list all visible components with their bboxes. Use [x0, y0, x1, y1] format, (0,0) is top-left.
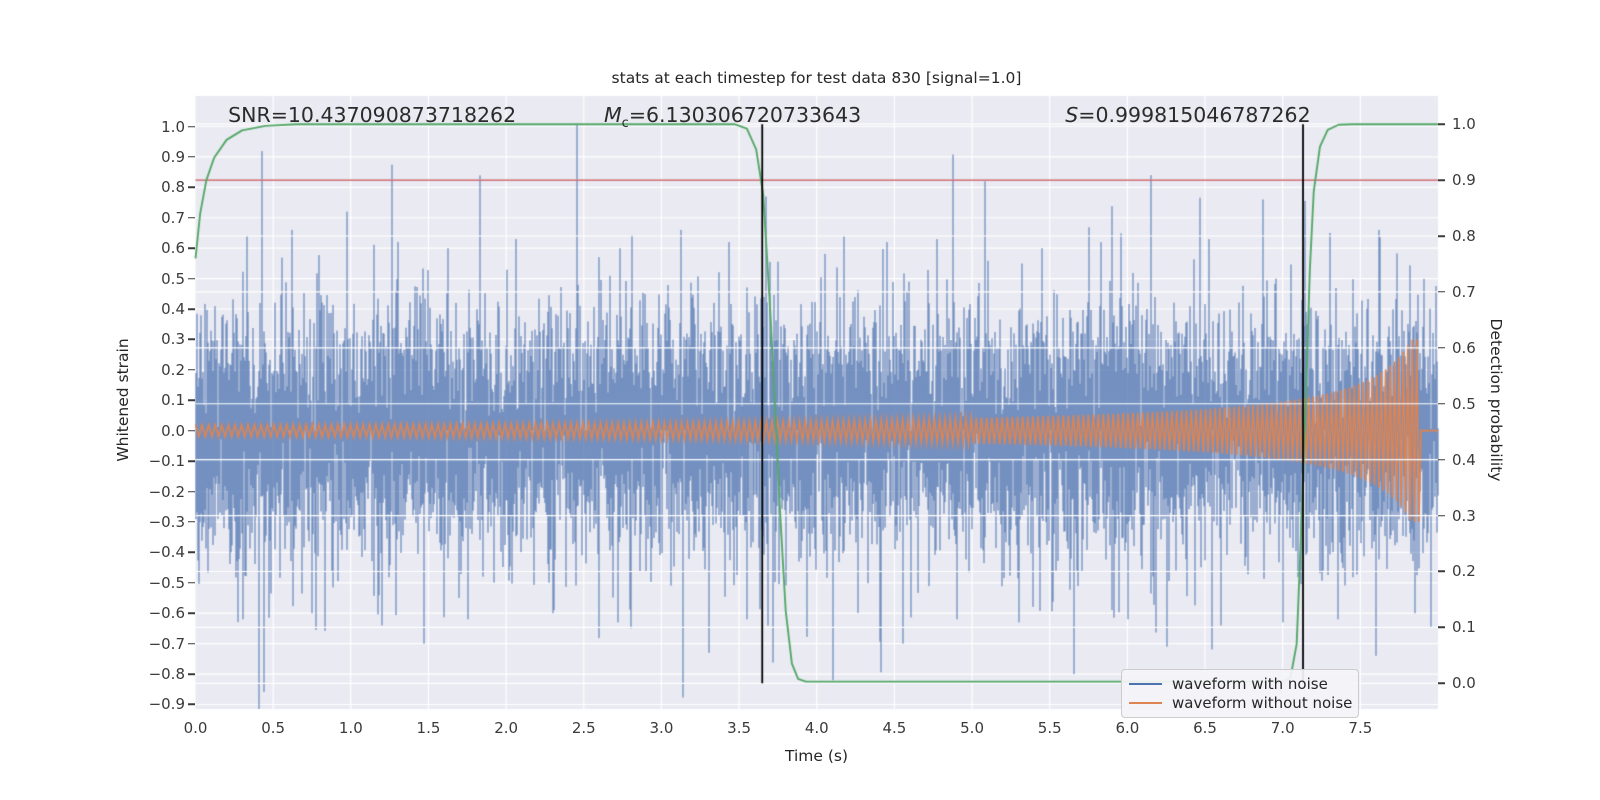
y-tick-mark-right [1438, 347, 1445, 349]
y-tick-label-right: 0.8 [1452, 227, 1476, 246]
y-tick-mark-left [188, 582, 195, 584]
x-tick-label: 7.0 [1270, 719, 1295, 737]
y-tick-label-left: 0.0 [161, 421, 185, 440]
y-tick-mark-left [188, 642, 195, 645]
legend-entry-without-noise: waveform without noise [1129, 694, 1352, 713]
y-tick-label-right: 0.0 [1452, 674, 1476, 693]
legend-line-orange [1129, 701, 1162, 704]
x-tick-label: 6.0 [1115, 719, 1140, 737]
legend-entry-with-noise: waveform with noise [1129, 675, 1348, 694]
y-tick-label-left: 0.5 [161, 269, 185, 288]
x-tick-label: 0.5 [261, 719, 286, 737]
y-tick-label-left: −0.2 [148, 482, 185, 501]
x-tick-label: 1.5 [416, 719, 441, 737]
x-axis-label: Time (s) [784, 747, 849, 765]
y-tick-label-left: −0.9 [148, 695, 185, 714]
snr-annotation: SNR=10.437090873718262 [228, 103, 517, 127]
y-tick-label-left: 0.4 [161, 300, 185, 319]
y-tick-label-left: 1.0 [161, 117, 185, 136]
x-tick-label: 3.5 [727, 719, 752, 737]
legend-line-blue [1129, 683, 1162, 686]
chart-title: stats at each timestep for test data 830… [611, 69, 1022, 87]
y-tick-label-left: 0.6 [161, 239, 185, 258]
y-tick-mark-left [188, 217, 195, 219]
y-tick-label-left: −0.7 [148, 634, 185, 653]
y-tick-label-left: −0.5 [148, 573, 185, 592]
y-tick-label-left: −0.3 [148, 512, 185, 531]
y-tick-mark-right [1438, 458, 1445, 461]
x-tick-label: 4.5 [882, 719, 907, 737]
y-tick-label-right: 0.6 [1452, 338, 1476, 357]
y-tick-label-left: −0.1 [148, 452, 185, 471]
x-tick-label: 7.5 [1348, 719, 1373, 737]
x-tick-label: 6.5 [1193, 719, 1217, 737]
y-tick-label-right: 0.2 [1452, 562, 1476, 581]
y-tick-label-right: 0.7 [1452, 282, 1476, 301]
y-tick-mark-left [188, 156, 195, 158]
x-tick-label: 2.0 [494, 719, 519, 737]
y-tick-mark-left [188, 369, 195, 371]
y-tick-mark-left [188, 338, 195, 341]
y-tick-label-left: 0.9 [161, 147, 185, 166]
y-tick-label-left: −0.4 [148, 543, 185, 562]
y-tick-mark-left [188, 612, 195, 614]
signal-score-annotation: S=0.999815046787262 [1065, 103, 1311, 127]
y-tick-label-right: 0.4 [1452, 450, 1476, 469]
x-tick-label: 4.0 [804, 719, 829, 737]
y-tick-mark-left [188, 125, 195, 128]
y-tick-mark-right [1438, 179, 1445, 181]
y-tick-mark-left [188, 429, 195, 432]
y-tick-label-right: 0.3 [1452, 506, 1476, 525]
y-tick-mark-right [1438, 682, 1445, 685]
y-tick-label-left: 0.7 [161, 208, 185, 227]
y-tick-mark-right [1438, 626, 1445, 629]
y-tick-mark-right [1438, 123, 1445, 125]
y-tick-label-left: 0.2 [161, 360, 185, 379]
y-tick-label-left: 0.8 [161, 178, 185, 197]
y-tick-mark-right [1438, 570, 1445, 573]
legend-label: waveform without noise [1172, 693, 1353, 712]
legend-label: waveform with noise [1172, 675, 1328, 694]
x-tick-label: 0.0 [183, 719, 208, 737]
y-tick-mark-left [188, 186, 195, 189]
x-tick-label: 3.0 [649, 719, 674, 737]
y-tick-mark-left [188, 703, 195, 706]
y-tick-label-left: −0.8 [148, 665, 185, 684]
chart-figure: stats at each timestep for test data 830… [0, 0, 1600, 800]
y-tick-label-left: −0.6 [148, 604, 185, 623]
y-tick-label-right: 0.5 [1452, 394, 1476, 413]
x-tick-label: 5.0 [960, 719, 984, 737]
chirp-mass-annotation: Mc=6.130306720733643 [603, 103, 862, 132]
y-tick-label-left: 0.1 [161, 391, 185, 410]
y-tick-label-right: 0.1 [1452, 618, 1476, 637]
y-tick-mark-right [1438, 291, 1445, 293]
y-tick-mark-left [188, 673, 195, 675]
y-tick-mark-right [1438, 403, 1445, 405]
y-tick-label-right: 1.0 [1452, 115, 1476, 134]
y-tick-mark-left [188, 399, 195, 402]
y-tick-mark-left [188, 460, 195, 462]
x-tick-label: 2.5 [571, 719, 596, 737]
y-tick-mark-left [188, 308, 195, 310]
y-tick-mark-left [188, 277, 195, 280]
y-tick-mark-left [188, 247, 195, 249]
x-tick-label: 1.0 [338, 719, 363, 737]
y-tick-label-right: 0.9 [1452, 171, 1476, 190]
y-tick-mark-right [1438, 514, 1445, 517]
y-tick-mark-left [188, 551, 195, 554]
y-tick-mark-left [188, 521, 195, 523]
x-tick-label: 5.5 [1037, 719, 1062, 737]
legend-box: waveform with noise waveform without noi… [1121, 669, 1359, 718]
y-tick-mark-right [1438, 235, 1445, 237]
y-tick-mark-left [188, 490, 195, 493]
left-axis-label: Whitened strain [114, 338, 132, 462]
y-tick-label-left: 0.3 [161, 330, 185, 349]
